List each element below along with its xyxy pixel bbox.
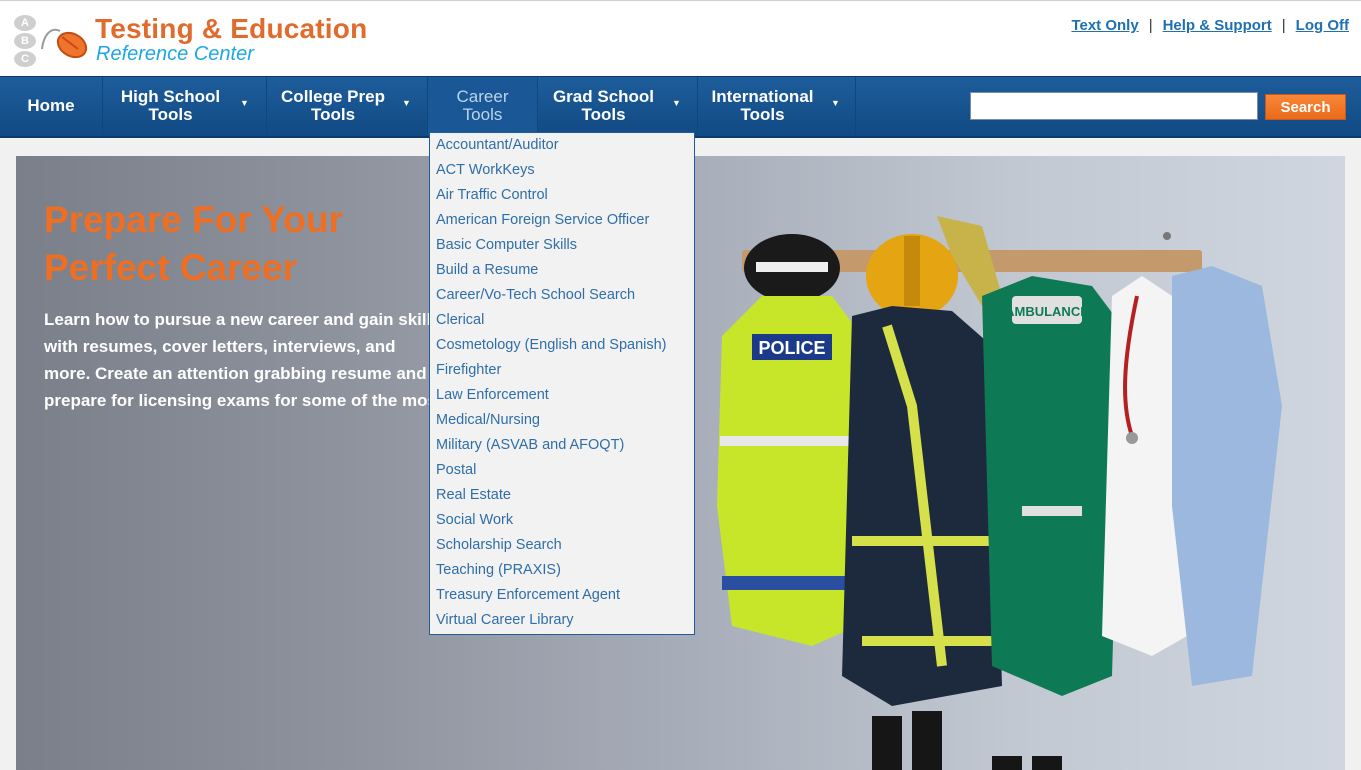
nav-label-line1: International [711, 87, 814, 106]
career-menu-item[interactable]: Build a Resume [430, 261, 694, 286]
nav-label-line1: High School [120, 87, 221, 106]
nav-label-line2: Tools [581, 105, 626, 124]
career-menu-item[interactable]: Postal [430, 461, 694, 486]
nav-label-line1: College Prep [281, 87, 385, 106]
hero-title: Prepare For Your Perfect Career [44, 199, 343, 288]
search-button[interactable]: Search [1265, 94, 1346, 120]
chevron-down-icon: ▼ [672, 98, 681, 108]
nav-label-line2: Tools [462, 105, 503, 124]
career-menu-item[interactable]: Firefighter [430, 361, 694, 386]
logo-circle-a: A [14, 15, 36, 31]
utility-links: Text Only | Help & Support | Log Off [1071, 17, 1349, 34]
text-only-link[interactable]: Text Only [1071, 17, 1138, 34]
career-menu-item[interactable]: American Foreign Service Officer [430, 211, 694, 236]
nav-home-label: Home [27, 96, 75, 115]
career-menu-item[interactable]: Military (ASVAB and AFOQT) [430, 436, 694, 461]
career-menu-item[interactable]: Career/Vo-Tech School Search [430, 286, 694, 311]
main-nav: Home High School Tools ▼ College Prep To… [0, 76, 1361, 138]
site-header: A B C Testing & Education Reference Cent… [0, 0, 1361, 76]
nav-college-prep-tools[interactable]: College Prep Tools ▼ [267, 77, 428, 135]
nav-high-school-tools[interactable]: High School Tools ▼ [103, 77, 267, 135]
link-separator: | [1148, 17, 1153, 34]
career-menu-item[interactable]: Virtual Career Library [430, 611, 694, 636]
abc-logo-icon: A B C [12, 13, 40, 69]
career-tools-menu: Accountant/Auditor ACT WorkKeys Air Traffi… [429, 132, 695, 635]
site-logo[interactable]: A B C Testing & Education Reference Cent… [12, 13, 392, 69]
career-menu-item[interactable]: ACT WorkKeys [430, 161, 694, 186]
career-menu-item[interactable]: Real Estate [430, 486, 694, 511]
career-menu-item[interactable]: Treasury Enforcement Agent [430, 586, 694, 611]
career-menu-item[interactable]: Air Traffic Control [430, 186, 694, 211]
ambulance-label: AMBULANCE [1005, 304, 1089, 319]
career-menu-item[interactable]: Social Work [430, 511, 694, 536]
logo-circle-b: B [14, 33, 36, 49]
logo-title: Testing & Education [95, 13, 368, 44]
search-input[interactable] [970, 92, 1258, 120]
help-support-link[interactable]: Help & Support [1163, 17, 1272, 34]
chevron-down-icon: ▼ [240, 98, 249, 108]
hero-description: Learn how to pursue a new career and gai… [44, 310, 443, 410]
log-off-link[interactable]: Log Off [1296, 17, 1349, 34]
nav-career-tools[interactable]: Career Tools [428, 77, 538, 135]
nav-label-line1: Career [456, 87, 509, 106]
career-menu-item[interactable]: Basic Computer Skills [430, 236, 694, 261]
nav-label-line1: Grad School [552, 87, 655, 106]
career-menu-item[interactable]: Law Enforcement [430, 386, 694, 411]
link-separator: | [1281, 17, 1286, 34]
logo-circle-c: C [14, 51, 36, 67]
logo-subtitle: Reference Center [96, 43, 254, 65]
chevron-down-icon: ▼ [831, 98, 840, 108]
career-menu-item[interactable]: Scholarship Search [430, 536, 694, 561]
mouse-logo-icon [41, 28, 88, 59]
nav-home[interactable]: Home [0, 77, 103, 135]
nav-label-line2: Tools [740, 105, 785, 124]
police-label: POLICE [758, 338, 825, 358]
career-menu-item[interactable]: Teaching (PRAXIS) [430, 561, 694, 586]
uniforms-photo: POLICE AMBULANCE [717, 216, 1282, 770]
nav-grad-school-tools[interactable]: Grad School Tools ▼ [538, 77, 698, 135]
nav-international-tools[interactable]: International Tools ▼ [698, 77, 856, 135]
nav-label-line2: Tools [148, 105, 193, 124]
career-menu-item[interactable]: Medical/Nursing [430, 411, 694, 436]
career-menu-item[interactable]: Clerical [430, 311, 694, 336]
career-menu-item[interactable]: Cosmetology (English and Spanish) [430, 336, 694, 361]
nav-label-line2: Tools [310, 105, 356, 124]
chevron-down-icon: ▼ [402, 98, 411, 108]
career-menu-item[interactable]: Accountant/Auditor [430, 136, 694, 161]
